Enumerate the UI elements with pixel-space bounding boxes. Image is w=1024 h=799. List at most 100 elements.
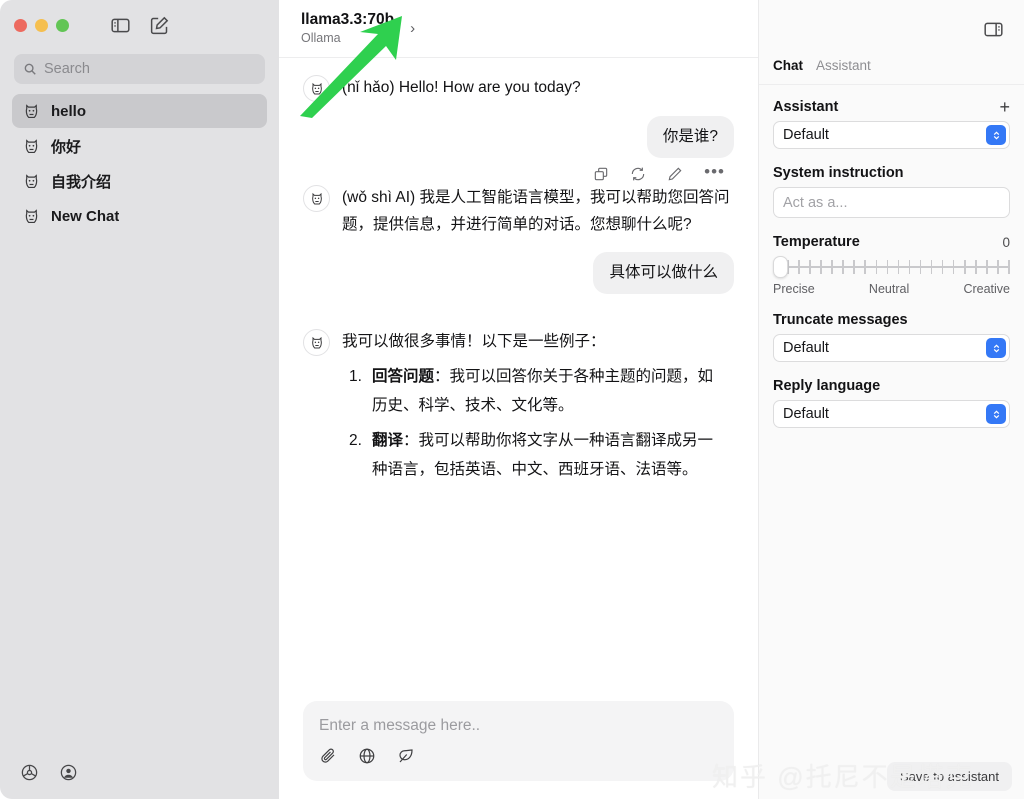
message-text: 你是谁? <box>646 116 734 158</box>
avatar <box>303 329 330 356</box>
reply-language-header-row: Reply language <box>773 378 1010 394</box>
sidebar-item-self-intro[interactable]: 自我介绍 <box>12 164 267 198</box>
chat-area: llama3.3:70b Ollama › (nǐ hǎo) Hello! Ho… <box>279 0 758 799</box>
composer-tools <box>319 747 718 765</box>
edit-icon[interactable] <box>667 166 683 182</box>
chevron-updown-icon[interactable] <box>986 125 1006 145</box>
system-instruction-field[interactable] <box>773 187 1010 218</box>
message-list: (nǐ hǎo) Hello! How are you today? 你是谁? <box>279 58 758 701</box>
right-panel-toggle-icon[interactable] <box>983 19 1004 40</box>
reply-language-label: Reply language <box>773 378 881 394</box>
sidebar-item-label: New Chat <box>51 207 120 225</box>
search-input[interactable] <box>44 61 256 77</box>
list-item-bold: 回答问题 <box>371 368 434 385</box>
chat-list: hello 你好 自我介绍 New Chat <box>0 92 279 235</box>
sidebar-item-nihao[interactable]: 你好 <box>12 129 267 163</box>
system-instruction-header-row: System instruction <box>773 165 1010 181</box>
message-assistant: (nǐ hǎo) Hello! How are you today? <box>303 74 734 102</box>
chat-header: llama3.3:70b Ollama › <box>279 0 758 58</box>
attachment-icon[interactable] <box>319 747 337 765</box>
list-item: 1. 回答问题：我可以回答你关于各种主题的问题，如历史、科学、技术、文化等。 <box>349 362 734 420</box>
leaf-icon[interactable] <box>397 747 415 765</box>
slider-label-neutral: Neutral <box>868 282 910 296</box>
account-icon[interactable] <box>59 763 78 782</box>
new-chat-icon[interactable] <box>149 15 170 36</box>
traffic-lights <box>14 18 69 32</box>
system-instruction-input[interactable] <box>783 194 1000 211</box>
add-assistant-button[interactable]: + <box>999 98 1010 116</box>
slider-labels: Precise Neutral Creative <box>773 282 1010 296</box>
sidebar-toggle-icon[interactable] <box>110 15 131 36</box>
watermark: 知乎 @托尼不是塔克 <box>712 762 974 792</box>
regenerate-icon[interactable] <box>630 166 646 182</box>
sidebar-footer <box>0 751 279 799</box>
assistant-header-row: Assistant + <box>773 98 1010 116</box>
message-assistant: 我可以做很多事情！以下是一些例子： <box>303 328 734 356</box>
minimize-window-button[interactable] <box>35 18 48 32</box>
right-panel: Chat Assistant Assistant + Default Syste… <box>758 0 1024 799</box>
llama-icon <box>25 208 38 223</box>
slider-knob[interactable] <box>773 256 788 278</box>
search-container <box>0 50 279 92</box>
message-user: 具体可以做什么 <box>303 252 734 294</box>
sidebar-item-label: 自我介绍 <box>51 173 112 191</box>
model-name: llama3.3:70b <box>301 11 395 28</box>
temperature-header-row: Temperature 0 <box>773 234 1010 250</box>
chevron-updown-icon[interactable] <box>986 404 1006 424</box>
composer[interactable] <box>303 701 734 781</box>
more-icon[interactable]: ••• <box>704 163 725 182</box>
llama-icon <box>311 82 322 94</box>
app-window: hello 你好 自我介绍 <box>0 0 1024 799</box>
chevron-right-icon[interactable]: › <box>410 21 415 36</box>
sidebar-item-label: hello <box>51 102 87 120</box>
tab-chat[interactable]: Chat <box>773 58 803 73</box>
copy-icon[interactable] <box>593 166 609 182</box>
message-assistant: (wǒ shì AI) 我是人工智能语言模型，我可以帮助您回答问题，提供信息，并… <box>303 184 734 238</box>
chevron-updown-icon[interactable] <box>986 338 1006 358</box>
assistant-select-value: Default <box>783 127 829 143</box>
avatar <box>303 185 330 212</box>
message-text: (nǐ hǎo) Hello! How are you today? <box>342 79 581 96</box>
llama-icon <box>25 138 38 153</box>
llama-icon <box>25 173 38 188</box>
sidebar-item-new-chat[interactable]: New Chat <box>12 199 267 233</box>
message-text: 具体可以做什么 <box>593 252 734 294</box>
message-text: (wǒ shì AI) 我是人工智能语言模型，我可以帮助您回答问题，提供信息，并… <box>342 189 730 233</box>
list-item-body: 回答问题：我可以回答你关于各种主题的问题，如历史、科学、技术、文化等。 <box>372 362 717 420</box>
search-box[interactable] <box>14 54 265 84</box>
list-item-number: 2. <box>349 432 362 449</box>
left-sidebar: hello 你好 自我介绍 <box>0 0 279 799</box>
model-selector[interactable]: llama3.3:70b Ollama <box>301 11 394 46</box>
titlebar-icons <box>110 15 170 36</box>
llama-icon <box>25 103 38 118</box>
sidebar-item-label: 你好 <box>51 138 82 156</box>
truncate-header-row: Truncate messages <box>773 312 1010 328</box>
sidebar-item-hello[interactable]: hello <box>12 94 267 128</box>
globe-icon[interactable] <box>358 747 376 765</box>
list-item-rest: ：我可以帮助你将文字从一种语言翻译成另一种语言，包括英语、中文、西班牙语、法语等… <box>371 432 713 478</box>
right-panel-body: Assistant + Default System instruction A… <box>759 85 1024 444</box>
window-titlebar <box>0 0 279 50</box>
tab-assistant[interactable]: Assistant <box>816 58 871 73</box>
right-panel-tabs: Chat Assistant <box>759 58 1024 85</box>
list-item-bold: 翻译 <box>371 432 403 449</box>
truncate-messages-value: Default <box>783 340 829 356</box>
truncate-messages-select[interactable]: Default <box>773 334 1010 362</box>
temperature-slider[interactable] <box>773 256 1010 278</box>
temperature-label: Temperature <box>773 234 860 250</box>
avatar <box>303 75 330 102</box>
llama-icon <box>311 192 322 204</box>
slider-label-creative: Creative <box>963 282 1010 296</box>
close-window-button[interactable] <box>14 18 27 32</box>
message-input[interactable] <box>319 717 718 735</box>
assistant-example-list: 1. 回答问题：我可以回答你关于各种主题的问题，如历史、科学、技术、文化等。 2… <box>349 362 734 484</box>
message-user: 你是谁? <box>303 116 734 158</box>
assistant-label: Assistant <box>773 99 839 115</box>
system-instruction-label: System instruction <box>773 165 904 181</box>
zoom-window-button[interactable] <box>56 18 69 32</box>
reply-language-select[interactable]: Default <box>773 400 1010 428</box>
temperature-value: 0 <box>1002 234 1010 250</box>
settings-gear-icon[interactable] <box>20 763 39 782</box>
reply-language-value: Default <box>783 406 829 422</box>
assistant-select[interactable]: Default <box>773 121 1010 149</box>
